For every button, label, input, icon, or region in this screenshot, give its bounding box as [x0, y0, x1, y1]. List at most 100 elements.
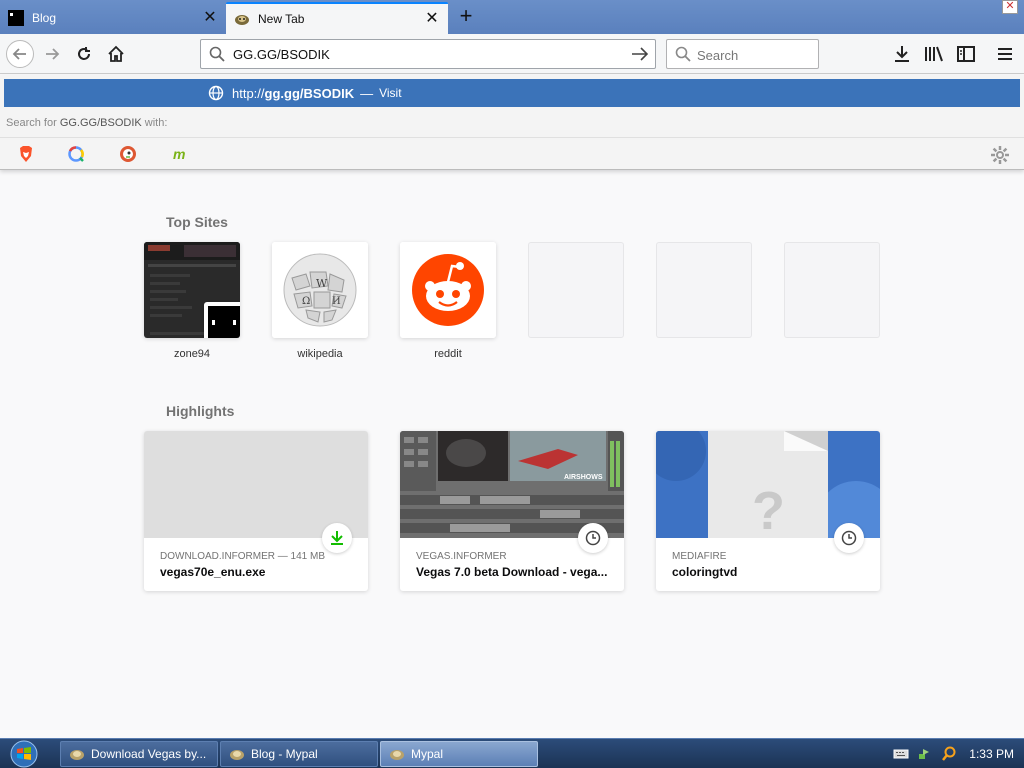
top-site-label: zone94: [173, 348, 211, 360]
clock[interactable]: 1:33 PM: [969, 747, 1014, 761]
terminal-favicon-icon: [208, 306, 240, 338]
arrow-left-icon: [12, 48, 26, 60]
highlight-source: VEGAS.INFORMER: [416, 551, 507, 562]
search-bar[interactable]: [666, 39, 819, 69]
top-site-empty-slot[interactable]: [784, 242, 880, 338]
globe-icon: [208, 85, 224, 101]
search-tray-icon[interactable]: [941, 746, 957, 762]
terminal-favicon-icon: [8, 10, 24, 26]
mypal-favicon-icon: [235, 15, 249, 25]
new-tab-plus-icon[interactable]: +: [454, 5, 478, 29]
svg-text:Ω: Ω: [302, 296, 310, 307]
highlight-source: DOWNLOAD.INFORMER — 141 MB: [160, 551, 326, 562]
top-site-zone94[interactable]: [144, 242, 240, 338]
highlight-title: Vegas 7.0 beta Download - vega...: [416, 565, 608, 579]
brave-lion-icon: [20, 146, 32, 162]
downloads-button[interactable]: [892, 44, 912, 64]
go-arrow-icon[interactable]: [631, 46, 649, 62]
highlight-thumbnail: [144, 431, 368, 538]
network-icon[interactable]: [917, 746, 933, 762]
reload-button[interactable]: [70, 40, 98, 68]
history-badge: [834, 523, 864, 553]
mypal-favicon-icon: [390, 750, 404, 760]
window-close-icon[interactable]: ✕: [1002, 0, 1018, 14]
gear-icon[interactable]: [990, 145, 1010, 165]
keyboard-icon[interactable]: [893, 746, 909, 762]
top-site-label: wikipedia: [297, 348, 343, 360]
tab-title: New Tab: [258, 12, 305, 26]
system-tray: 1:33 PM: [889, 739, 1024, 768]
search-engine-qwant[interactable]: [66, 144, 86, 164]
search-icon: [675, 46, 691, 62]
suggestion-url-host: gg.gg/BSODIK: [264, 85, 355, 101]
history-badge: [578, 523, 608, 553]
search-for-label: Search for GG.GG/BSODIK with:: [6, 117, 167, 129]
highlight-card[interactable]: DOWNLOAD.INFORMER — 141 MB vegas70e_enu.…: [144, 431, 368, 591]
hamburger-menu-icon: [998, 48, 1012, 60]
tab-new-tab[interactable]: New Tab ✕: [226, 2, 448, 34]
taskbar-item-label: Blog - Mypal: [251, 747, 318, 761]
search-engine-brave[interactable]: [16, 144, 36, 164]
url-bar[interactable]: GG.GG/BSODIK: [200, 39, 656, 69]
wikipedia-globe-icon: W Ω И: [272, 242, 368, 338]
suggestion-action: Visit: [379, 86, 402, 100]
suggestion-url-scheme: http://: [232, 85, 265, 101]
visit-suggestion-row[interactable]: http://gg.gg/BSODIK — Visit: [4, 79, 1020, 107]
new-tab-page: Top Sites W Ω И zone94 wikipedia reddit …: [0, 170, 1024, 738]
tab-title: Blog: [32, 11, 57, 25]
highlight-title: vegas70e_enu.exe: [160, 565, 266, 579]
search-for-term: GG.GG/BSODIK: [59, 117, 142, 129]
zone94-favicon-badge: [204, 302, 240, 338]
clock-icon: [841, 530, 857, 546]
windows-orb-icon: [10, 740, 38, 768]
highlight-card[interactable]: AIRSHOWS VEGAS.INFORMER Vegas 7.0 beta D…: [400, 431, 624, 591]
search-for-suffix: with:: [144, 117, 168, 129]
sidebar-button[interactable]: [956, 44, 976, 64]
taskbar-item-label: Mypal: [411, 747, 444, 761]
highlight-card[interactable]: ? MEDIAFIRE coloringtvd: [656, 431, 880, 591]
top-site-label: reddit: [434, 348, 462, 360]
reload-icon: [78, 47, 90, 60]
mypal-favicon-icon: [70, 750, 84, 760]
start-button[interactable]: [4, 739, 44, 768]
library-button[interactable]: [924, 44, 944, 64]
menu-button[interactable]: [995, 44, 1015, 64]
taskbar-item-blog-mypal[interactable]: Blog - Mypal: [220, 741, 378, 767]
home-button[interactable]: [102, 40, 130, 68]
top-site-empty-slot[interactable]: [656, 242, 752, 338]
svg-text:?: ?: [752, 481, 785, 538]
navigation-toolbar: GG.GG/BSODIK: [0, 34, 1024, 74]
close-tab-icon[interactable]: ✕: [202, 10, 218, 26]
top-site-empty-slot[interactable]: [528, 242, 624, 338]
reddit-icon: [400, 242, 496, 338]
search-for-prefix: Search for: [6, 117, 57, 129]
top-site-reddit[interactable]: [400, 242, 496, 338]
sidebar-icon: [957, 46, 975, 62]
arrow-right-icon: [46, 48, 60, 60]
svg-text:m: m: [173, 146, 185, 162]
search-engine-mojeek[interactable]: m: [170, 144, 190, 164]
url-input[interactable]: GG.GG/BSODIK: [233, 47, 330, 62]
one-off-search-engines: m: [0, 137, 1024, 170]
top-site-wikipedia[interactable]: W Ω И: [272, 242, 368, 338]
back-button[interactable]: [6, 40, 34, 68]
top-sites-title: Top Sites: [166, 214, 228, 230]
clock-icon: [585, 530, 601, 546]
forward-button[interactable]: [38, 40, 66, 68]
library-icon: [925, 46, 943, 62]
close-tab-icon[interactable]: ✕: [424, 11, 440, 27]
home-icon: [108, 45, 124, 62]
highlights-title: Highlights: [166, 403, 235, 419]
suggestion-separator: —: [360, 85, 374, 101]
tab-blog[interactable]: Blog ✕: [0, 2, 226, 34]
mediafire-file-thumbnail: ?: [656, 431, 880, 538]
taskbar-item-mypal[interactable]: Mypal: [380, 741, 538, 767]
search-input[interactable]: [697, 46, 812, 64]
search-engine-duckduckgo[interactable]: [118, 144, 138, 164]
taskbar-item-download-vegas[interactable]: Download Vegas by...: [60, 741, 218, 767]
suggestion-url: http://gg.gg/BSODIK: [232, 86, 354, 101]
download-badge: [322, 523, 352, 553]
search-icon: [209, 46, 225, 62]
svg-text:И: И: [332, 296, 341, 307]
highlight-title: coloringtvd: [672, 565, 738, 579]
